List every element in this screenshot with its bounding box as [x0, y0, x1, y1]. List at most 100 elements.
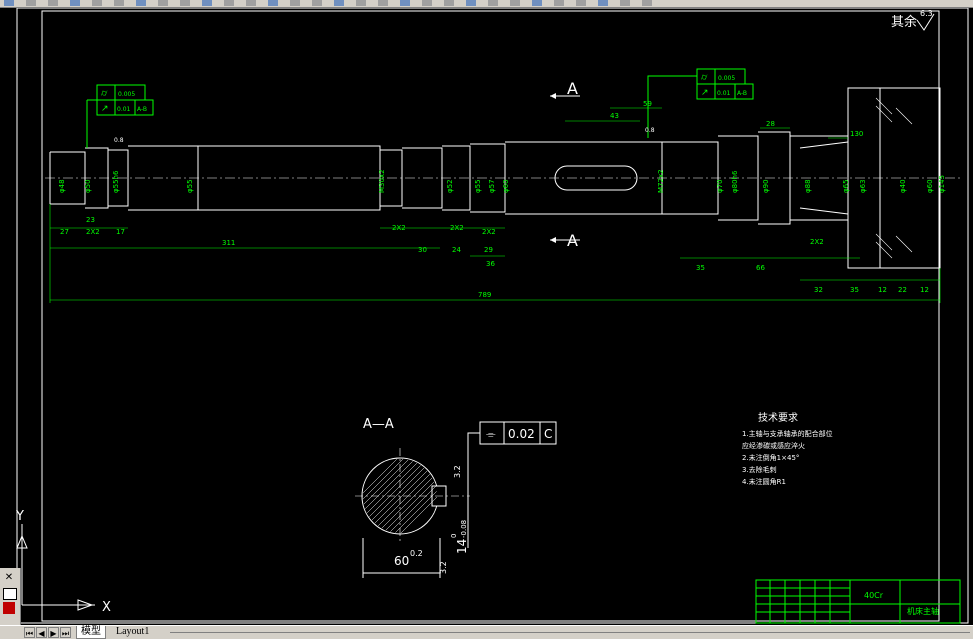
toolbar-button[interactable]	[268, 0, 278, 6]
toolbar-button[interactable]	[510, 0, 520, 6]
toolbar-button[interactable]	[202, 0, 212, 6]
toolbar-button[interactable]	[26, 0, 36, 6]
toolbar-button[interactable]	[488, 0, 498, 6]
svg-text:0.005: 0.005	[718, 75, 735, 82]
svg-text:0.01: 0.01	[717, 90, 731, 97]
toolbar-button[interactable]	[334, 0, 344, 6]
toolbar-button[interactable]	[114, 0, 124, 6]
length-label: 2X2	[810, 238, 824, 246]
tab-layout1[interactable]: Layout1	[116, 626, 149, 638]
diameter-label: φ145	[938, 175, 946, 193]
overall-length-label: 789	[478, 291, 491, 299]
toolbar-button[interactable]	[356, 0, 366, 6]
runout-icon: ↗	[701, 88, 709, 98]
length-label: 2X2	[86, 228, 100, 236]
toolbar-button[interactable]	[136, 0, 146, 6]
toolbar-button[interactable]	[48, 0, 58, 6]
gdt-section: ⌯ 0.02 C	[479, 421, 557, 445]
diameter-label: φ80h6	[731, 170, 739, 193]
tech-item: 3.去除毛刺	[742, 465, 777, 474]
svg-text:3.2: 3.2	[453, 465, 462, 478]
diameter-label: φ60	[926, 179, 934, 193]
diameter-label: φ40	[899, 179, 907, 193]
frame-border	[41, 10, 940, 622]
diameter-label: φ55	[474, 179, 482, 193]
length-label: 12	[878, 286, 887, 294]
svg-text:A-B: A-B	[137, 106, 147, 113]
toolbar-button[interactable]	[554, 0, 564, 6]
toolbar-button[interactable]	[180, 0, 190, 6]
runout-icon: ↗	[101, 104, 109, 114]
tab-model[interactable]: 模型	[76, 626, 106, 639]
last-tab-button[interactable]: ⏭	[60, 627, 71, 638]
length-label: 24	[452, 246, 461, 254]
toolbar-button[interactable]	[224, 0, 234, 6]
length-label: 311	[222, 239, 235, 247]
toolbar-button[interactable]	[70, 0, 80, 6]
cylindricity-icon: ⌭	[701, 73, 708, 83]
tech-item: 4.未注圆角R1	[742, 477, 786, 486]
length-label: 27	[60, 228, 69, 236]
diameter-label: φ48	[58, 179, 66, 193]
first-tab-button[interactable]: ⏮	[24, 627, 35, 638]
tech-title: 技术要求	[758, 411, 798, 424]
svg-text:60: 60	[394, 554, 409, 568]
length-label: 32	[814, 286, 823, 294]
svg-text:0.2: 0.2	[410, 549, 423, 558]
toolbar-button[interactable]	[598, 0, 608, 6]
toolbar-button[interactable]	[290, 0, 300, 6]
tech-item: 1.主轴与支承轴承的配合部位	[742, 429, 833, 438]
diameter-label: φ88	[804, 179, 812, 193]
toolbar-button[interactable]	[422, 0, 432, 6]
toolbar-button[interactable]	[92, 0, 102, 6]
toolbar-button[interactable]	[576, 0, 586, 6]
svg-text:3.2: 3.2	[439, 561, 448, 574]
roughness-note: 其余	[891, 14, 917, 30]
toolbar-button[interactable]	[444, 0, 454, 6]
layout-tab-bar: ⏮ ◀ ▶ ⏭ 模型 Layout1	[0, 625, 973, 639]
tech-items: 1.主轴与支承轴承的配合部位 应经渗碳或感应淬火 2.未注倒角1×45° 3.去除毛…	[742, 429, 833, 486]
roughness-value: 6.3	[920, 9, 933, 18]
properties-icon[interactable]	[3, 588, 17, 600]
svg-text:C: C	[544, 427, 552, 441]
length-label: 36	[486, 260, 495, 268]
layer-icon[interactable]	[3, 602, 15, 614]
length-label: 43	[610, 112, 619, 120]
toolbar-button[interactable]	[620, 0, 630, 6]
length-label: 2X2	[392, 224, 406, 232]
diameter-label: M30x2	[378, 169, 386, 193]
toolbar-button[interactable]	[466, 0, 476, 6]
svg-text:0.01: 0.01	[117, 106, 131, 113]
drawing-canvas[interactable]: 其余 6.3 ⌭ ↗ 0.005 0.01 A-B ⌭ ↗ 0.005 0.01…	[0, 7, 973, 625]
length-label: 22	[898, 286, 907, 294]
length-label: 2X2	[482, 228, 496, 236]
length-label: 2X2	[450, 224, 464, 232]
toolbar-button[interactable]	[312, 0, 322, 6]
symmetry-icon: ⌯	[486, 427, 496, 441]
tool-palette[interactable]: ✕	[0, 568, 21, 626]
title-name: 机床主轴	[907, 606, 939, 616]
diameter-label: φ60	[502, 179, 510, 193]
svg-text:0.8: 0.8	[645, 127, 655, 134]
dimension-lines	[49, 107, 941, 303]
svg-text:0.8: 0.8	[114, 137, 124, 144]
close-icon[interactable]: ✕	[3, 572, 15, 584]
toolbar-button[interactable]	[4, 0, 14, 6]
length-label: 130	[850, 130, 863, 138]
diameter-label: φ63	[859, 179, 867, 193]
svg-text:-0.08: -0.08	[460, 520, 468, 538]
toolbar-button[interactable]	[642, 0, 652, 6]
length-label: 17	[116, 228, 125, 236]
toolbar-button[interactable]	[246, 0, 256, 6]
diameter-label: φ70	[716, 179, 724, 193]
toolbar-button[interactable]	[158, 0, 168, 6]
toolbar-button[interactable]	[378, 0, 388, 6]
next-tab-button[interactable]: ▶	[48, 627, 59, 638]
toolbar-button[interactable]	[400, 0, 410, 6]
title-block: 40Cr 机床主轴	[755, 579, 961, 624]
svg-text:0: 0	[450, 534, 458, 538]
prev-tab-button[interactable]: ◀	[36, 627, 47, 638]
gdt-right: ⌭ ↗ 0.005 0.01 A-B	[647, 68, 754, 138]
toolbar-button[interactable]	[532, 0, 542, 6]
drawing-svg[interactable]: 其余 6.3 ⌭ ↗ 0.005 0.01 A-B ⌭ ↗ 0.005 0.01…	[0, 7, 973, 625]
